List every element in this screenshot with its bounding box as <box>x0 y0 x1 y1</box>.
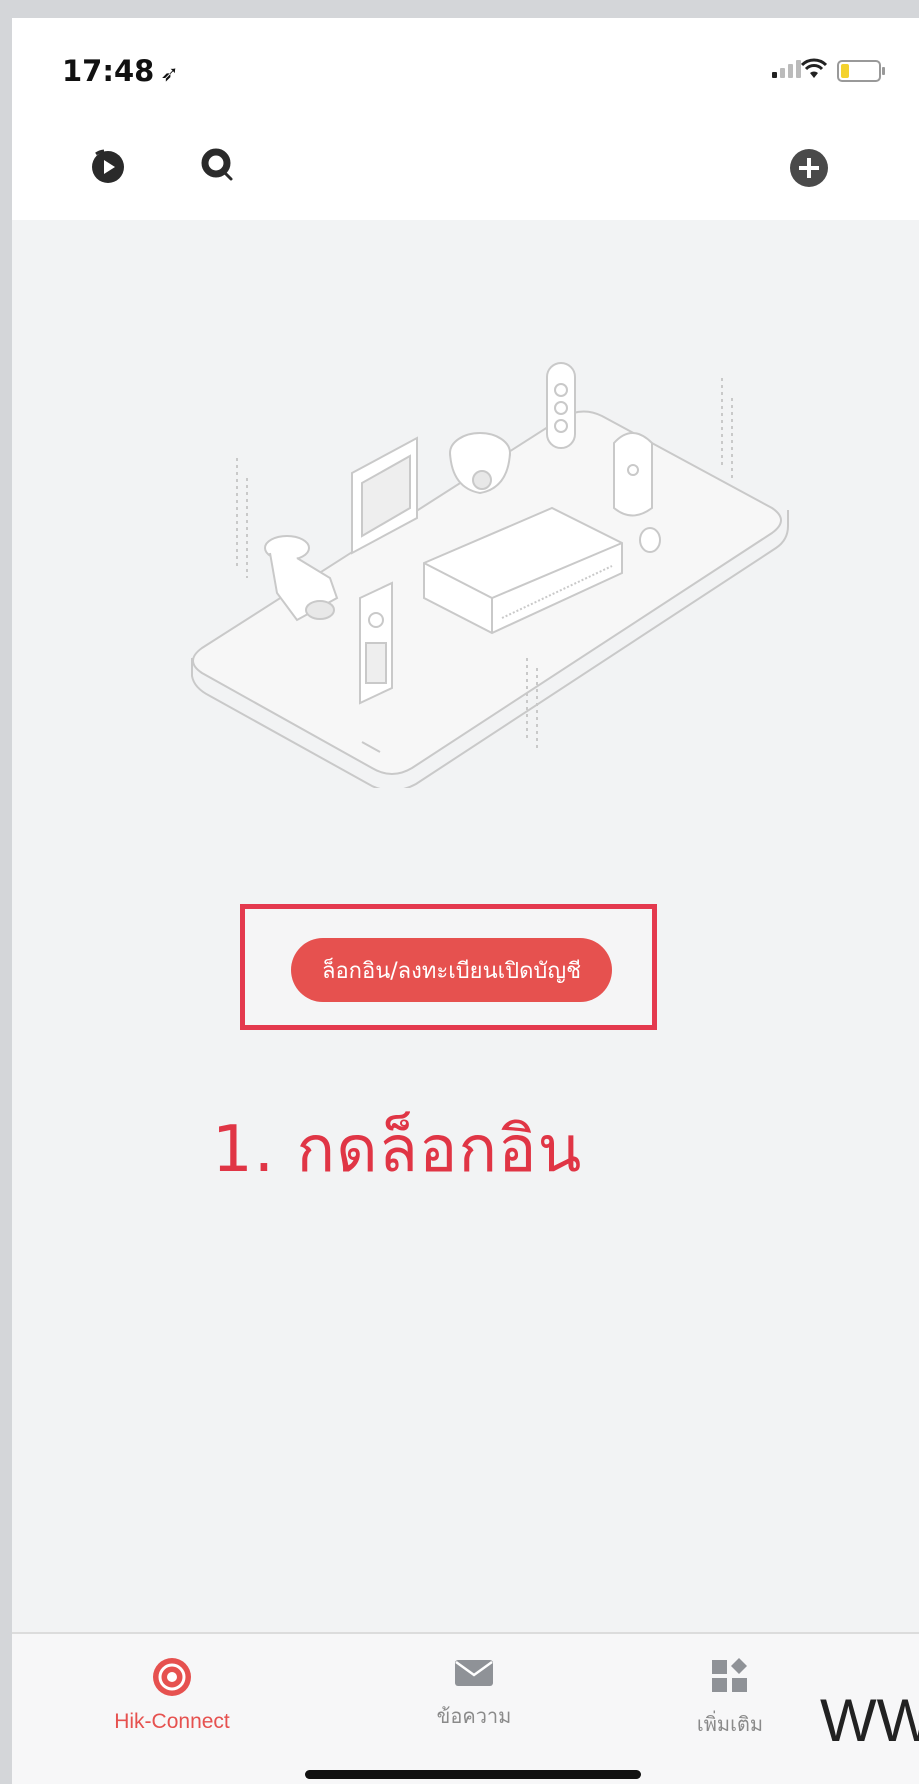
smart-home-devices-illustration <box>191 362 789 788</box>
search-icon[interactable] <box>200 146 238 184</box>
tab-label: เพิ่มเติม <box>696 1712 764 1736</box>
status-time: 17:48 ➶ <box>62 54 179 88</box>
grid-more-icon <box>712 1658 747 1692</box>
cellular-signal-icon <box>772 60 801 78</box>
top-bar <box>12 110 919 220</box>
tab-label: Hik-Connect <box>114 1710 230 1733</box>
bottom-tab-bar: Hik-Connect ข้อความ เพิ่มเติม <box>12 1632 919 1784</box>
tab-label: ข้อความ <box>436 1704 512 1728</box>
tab-more[interactable]: เพิ่มเติม <box>640 1656 820 1740</box>
location-arrow-icon: ➶ <box>160 62 179 87</box>
phone-screen: 17:48 ➶ ล็อกอิน/ลงทะเบียนเปิดบัญชี 1. กด… <box>12 18 919 1784</box>
tab-hik-connect[interactable]: Hik-Connect <box>82 1656 262 1734</box>
playback-icon[interactable] <box>90 148 126 184</box>
instruction-annotation: 1. กดล็อกอิน <box>212 1113 583 1187</box>
tab-messages[interactable]: ข้อความ <box>384 1656 564 1732</box>
wifi-icon <box>801 58 827 78</box>
annotation-highlight-box: ล็อกอิน/ลงทะเบียนเปิดบัญชี <box>240 904 657 1030</box>
login-register-button[interactable]: ล็อกอิน/ลงทะเบียนเปิดบัญชี <box>291 938 612 1002</box>
time-text: 17:48 <box>62 54 155 88</box>
hik-connect-icon <box>153 1658 191 1696</box>
add-device-icon[interactable] <box>789 148 829 188</box>
status-bar: 17:48 ➶ <box>12 18 919 110</box>
home-indicator[interactable] <box>305 1770 641 1779</box>
envelope-icon <box>455 1660 493 1686</box>
watermark-text: WW <box>820 1687 919 1754</box>
battery-icon <box>837 60 885 82</box>
